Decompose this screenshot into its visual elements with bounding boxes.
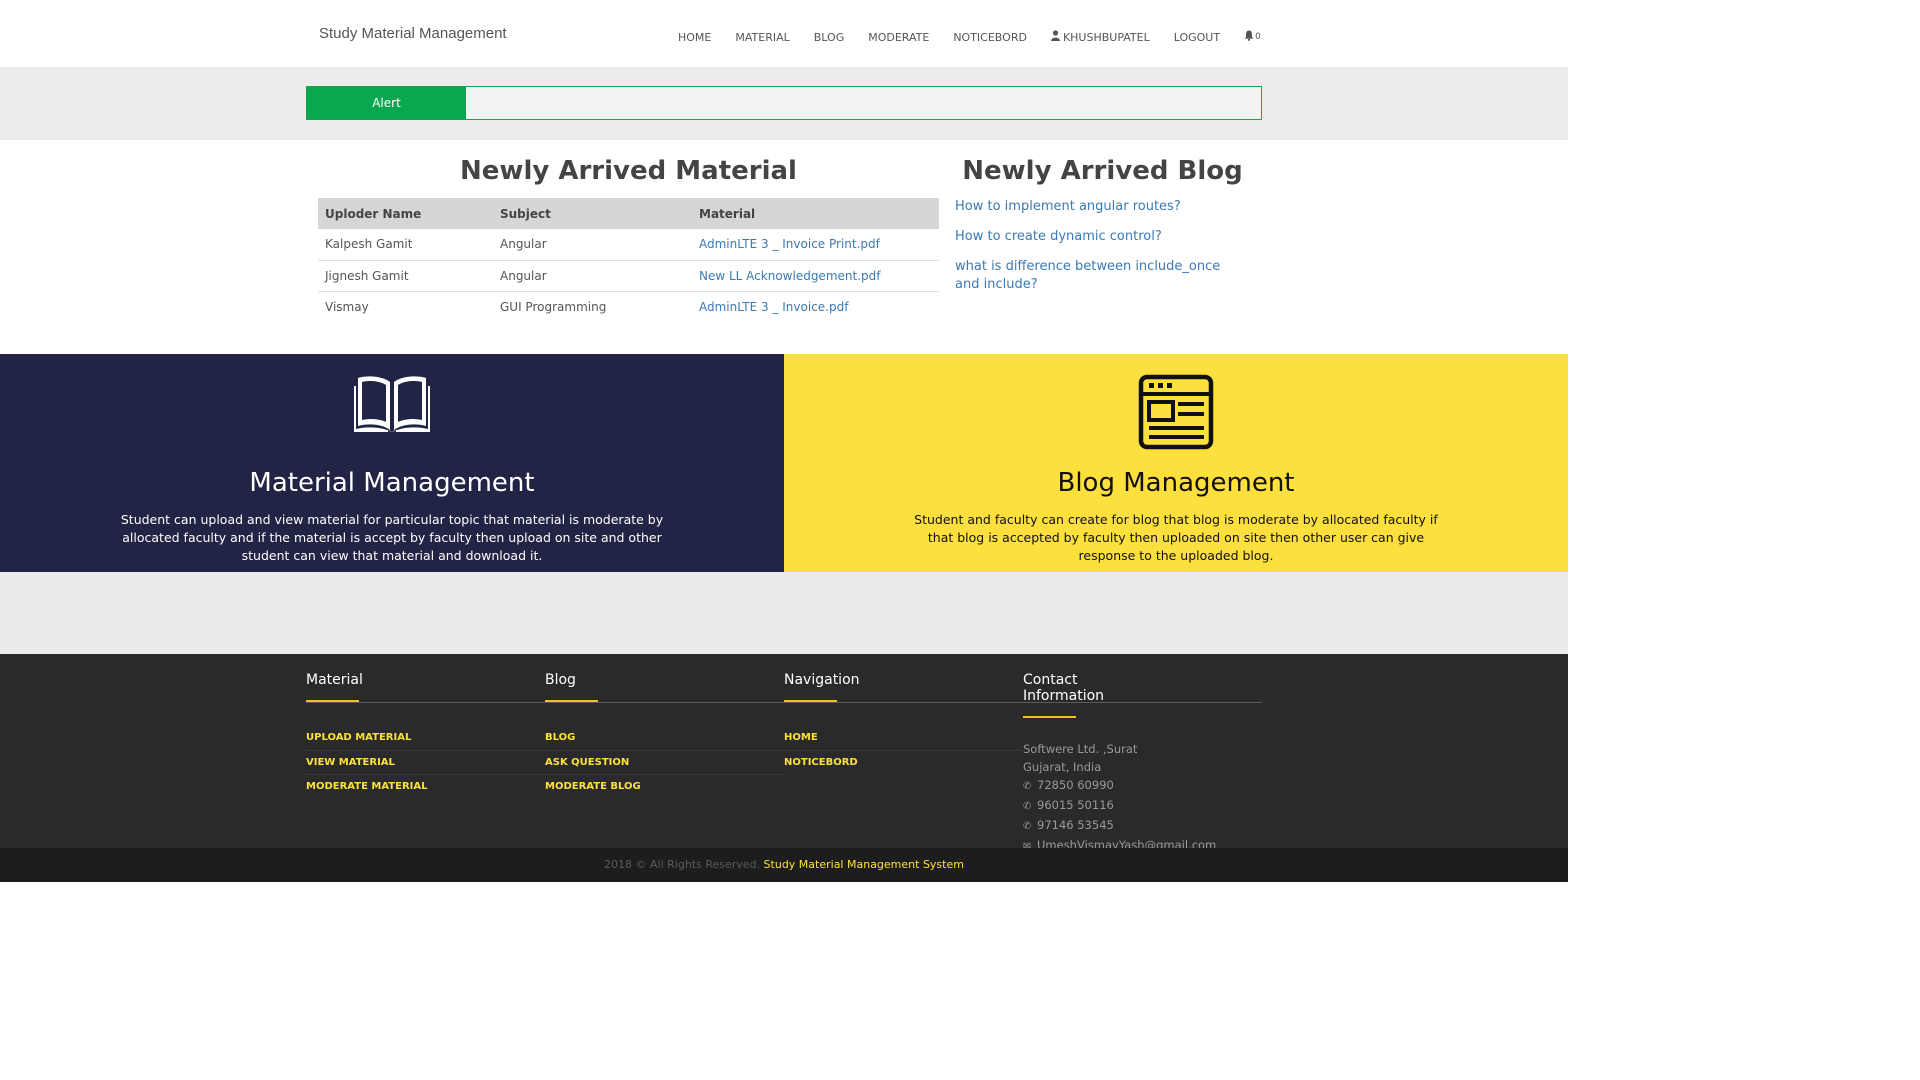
phone-line: ✆ 97146 53545 xyxy=(1023,816,1262,836)
table-row: Jignesh Gamit Angular New LL Acknowledge… xyxy=(318,260,939,292)
phone-number: 97146 53545 xyxy=(1037,818,1114,832)
contact-info: Softwere Ltd. ,Surat Gujarat, India ✆ 728… xyxy=(1023,740,1262,856)
phone-line: ✆ 72850 60990 xyxy=(1023,776,1262,796)
footer-navigation-column: Navigation HOME NOTICEBORD xyxy=(784,672,1023,775)
footer-link-list: BLOG ASK QUESTION MODERATE BLOG xyxy=(545,726,784,800)
nav-logout[interactable]: LOGOUT xyxy=(1174,31,1220,44)
browser-window-icon xyxy=(1138,374,1214,455)
system-name-link[interactable]: Study Material Management System xyxy=(764,858,964,871)
nav-username: KHUSHBUPATEL xyxy=(1062,30,1150,44)
address-line: Softwere Ltd. ,Surat xyxy=(1023,742,1138,756)
nav-noticebord[interactable]: NOTICEBORD xyxy=(953,31,1027,44)
nav-blog[interactable]: BLOG xyxy=(814,31,844,44)
material-download-link[interactable]: AdminLTE 3 _ Invoice Print.pdf xyxy=(699,237,880,251)
phone-number: 96015 50116 xyxy=(1037,798,1114,812)
footer-link-list: HOME NOTICEBORD xyxy=(784,726,1023,775)
footer-link-noticebord[interactable]: NOTICEBORD xyxy=(784,751,1023,776)
phone-line: ✆ 96015 50116 xyxy=(1023,796,1262,816)
footer-blog-column: Blog BLOG ASK QUESTION MODERATE BLOG xyxy=(545,672,784,800)
spacer-band xyxy=(0,572,1568,654)
table-header-row: Uploder Name Subject Material xyxy=(318,198,939,229)
blog-section-title: Newly Arrived Blog xyxy=(962,156,1243,186)
material-panel-description: Student can upload and view material for… xyxy=(120,512,664,563)
footer-column-title: Material xyxy=(306,672,545,702)
nav-notifications[interactable]: 0 xyxy=(1244,30,1261,44)
blog-management-panel: Blog Management Student and faculty can … xyxy=(784,354,1568,572)
user-icon xyxy=(1050,30,1060,44)
alert-band: Alert xyxy=(0,67,1568,140)
nav-material[interactable]: MATERIAL xyxy=(735,31,789,44)
blog-panel-title: Blog Management xyxy=(1057,468,1295,498)
uploader-name-cell: Jignesh Gamit xyxy=(318,260,493,292)
footer-contact-column: Contact Information Softwere Ltd. ,Surat… xyxy=(1023,672,1262,856)
blog-link[interactable]: How to implement angular routes? xyxy=(955,198,1245,216)
footer-column-title: Navigation xyxy=(784,672,1023,702)
material-cell: New LL Acknowledgement.pdf xyxy=(692,260,939,292)
alert-label: Alert xyxy=(307,87,466,119)
material-cell: AdminLTE 3 _ Invoice Print.pdf xyxy=(692,229,939,261)
phone-number: 72850 60990 xyxy=(1037,778,1114,792)
top-navbar: Study Material Management HOME MATERIAL … xyxy=(0,0,1568,67)
material-management-panel: Material Management Student can upload a… xyxy=(0,354,784,572)
address-line: Gujarat, India xyxy=(1023,760,1102,774)
footer-link-ask-question[interactable]: ASK QUESTION xyxy=(545,751,784,775)
phone-icon: ✆ xyxy=(1023,781,1032,792)
main-nav: HOME MATERIAL BLOG MODERATE NOTICEBORD K… xyxy=(666,30,1273,44)
footer: Material UPLOAD MATERIAL VIEW MATERIAL M… xyxy=(0,654,1568,852)
material-table: Uploder Name Subject Material Kalpesh Ga… xyxy=(318,198,939,322)
footer-link-blog[interactable]: BLOG xyxy=(545,726,784,751)
footer-column-title: Blog xyxy=(545,672,784,702)
material-section-title: Newly Arrived Material xyxy=(460,156,797,186)
footer-material-column: Material UPLOAD MATERIAL VIEW MATERIAL M… xyxy=(306,672,545,800)
subject-cell: Angular xyxy=(493,260,692,292)
uploader-name-cell: Vismay xyxy=(325,299,369,314)
uploader-name-cell: Kalpesh Gamit xyxy=(318,229,493,261)
blog-link[interactable]: what is difference between include_once … xyxy=(955,258,1245,294)
table-row: Vismay GUI Programming AdminLTE 3 _ Invo… xyxy=(318,291,939,322)
blog-panel-description: Student and faculty can create for blog … xyxy=(914,512,1438,563)
footer-link-list: UPLOAD MATERIAL VIEW MATERIAL MODERATE M… xyxy=(306,726,545,800)
phone-icon: ✆ xyxy=(1023,801,1032,812)
table-row: Kalpesh Gamit Angular AdminLTE 3 _ Invoi… xyxy=(318,229,939,261)
material-panel-title: Material Management xyxy=(249,468,535,498)
footer-link-moderate-material[interactable]: MODERATE MATERIAL xyxy=(306,775,545,800)
notification-count: 0 xyxy=(1255,32,1261,42)
bell-icon xyxy=(1244,30,1254,44)
subject-cell: GUI Programming xyxy=(500,299,607,314)
alert-box: Alert xyxy=(306,86,1262,120)
brand-title[interactable]: Study Material Management xyxy=(319,25,507,42)
phone-icon: ✆ xyxy=(1023,821,1032,832)
copyright-text: 2018 © All Rights Reserved. xyxy=(604,858,761,871)
material-cell: AdminLTE 3 _ Invoice.pdf xyxy=(692,291,939,322)
nav-user-profile[interactable]: KHUSHBUPATEL xyxy=(1050,30,1150,44)
footer-link-home[interactable]: HOME xyxy=(784,726,1023,751)
footer-link-moderate-blog[interactable]: MODERATE BLOG xyxy=(545,775,784,800)
copyright-bar: 2018 © All Rights Reserved. Study Materi… xyxy=(0,848,1568,882)
subject-cell: Angular xyxy=(493,229,692,261)
footer-divider xyxy=(306,702,1262,703)
open-book-icon xyxy=(354,374,430,439)
material-download-link[interactable]: New LL Acknowledgement.pdf xyxy=(699,269,880,283)
column-header: Material xyxy=(692,198,939,229)
footer-column-title: Contact Information xyxy=(1023,672,1152,718)
nav-moderate[interactable]: MODERATE xyxy=(868,31,929,44)
blog-link[interactable]: How to create dynamic control? xyxy=(955,228,1245,246)
footer-link-view-material[interactable]: VIEW MATERIAL xyxy=(306,751,545,775)
footer-link-upload-material[interactable]: UPLOAD MATERIAL xyxy=(306,726,545,751)
nav-home[interactable]: HOME xyxy=(678,31,711,44)
bottom-strip xyxy=(0,882,1568,884)
blog-link-list: How to implement angular routes? How to … xyxy=(955,198,1245,306)
column-header: Uploder Name xyxy=(318,198,493,229)
column-header: Subject xyxy=(493,198,692,229)
material-download-link[interactable]: AdminLTE 3 _ Invoice.pdf xyxy=(699,300,848,314)
